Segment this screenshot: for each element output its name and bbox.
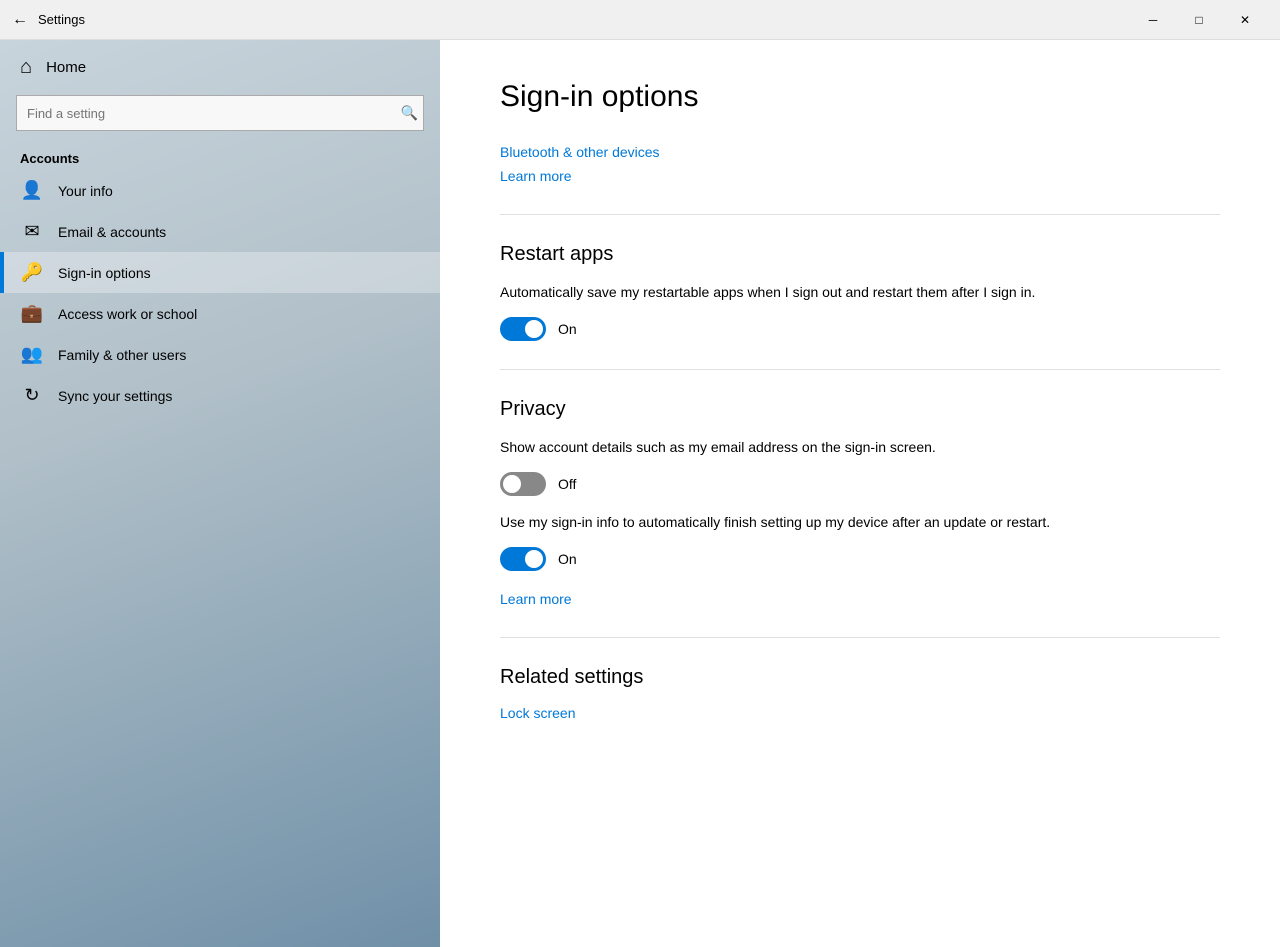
email-icon: ✉: [20, 221, 44, 242]
lock-screen-link[interactable]: Lock screen: [500, 705, 575, 721]
titlebar: ← Settings ─ □ ✕: [0, 0, 1280, 40]
privacy-toggle-2-row: On: [500, 547, 1220, 571]
sidebar-item-email-label: Email & accounts: [58, 224, 166, 240]
sidebar-item-sign-in-options[interactable]: 🔑 Sign-in options: [0, 252, 440, 293]
sidebar-item-access-work-label: Access work or school: [58, 306, 197, 322]
sidebar-item-sync-settings[interactable]: ↻ Sync your settings: [0, 375, 440, 416]
separator-3: [500, 637, 1220, 638]
window-controls: ─ □ ✕: [1130, 4, 1268, 36]
restart-apps-toggle-row: On: [500, 317, 1220, 341]
restart-apps-toggle[interactable]: [500, 317, 546, 341]
sidebar-item-family-label: Family & other users: [58, 347, 186, 363]
separator-1: [500, 214, 1220, 215]
privacy-toggle-1[interactable]: [500, 472, 546, 496]
restart-apps-desc: Automatically save my restartable apps w…: [500, 282, 1120, 303]
page-title: Sign-in options: [500, 80, 1220, 114]
search-input[interactable]: [16, 95, 424, 131]
sidebar-item-access-work[interactable]: 💼 Access work or school: [0, 293, 440, 334]
your-info-icon: 👤: [20, 180, 44, 201]
sidebar-item-your-info[interactable]: 👤 Your info: [0, 170, 440, 211]
privacy-toggle-2[interactable]: [500, 547, 546, 571]
privacy-title: Privacy: [500, 398, 1220, 421]
sidebar-item-sync-label: Sync your settings: [58, 388, 172, 404]
sidebar-item-sign-in-label: Sign-in options: [58, 265, 151, 281]
sidebar: ⌂ Home 🔍 Accounts 👤 Your info ✉ Email & …: [0, 40, 440, 947]
briefcase-icon: 💼: [20, 303, 44, 324]
main-content: Sign-in options Bluetooth & other device…: [440, 40, 1280, 947]
sign-in-icon: 🔑: [20, 262, 44, 283]
close-button[interactable]: ✕: [1222, 4, 1268, 36]
sync-icon: ↻: [20, 385, 44, 406]
sidebar-item-home[interactable]: ⌂ Home: [0, 40, 440, 95]
restart-apps-title: Restart apps: [500, 243, 1220, 266]
sidebar-item-email-accounts[interactable]: ✉ Email & accounts: [0, 211, 440, 252]
bluetooth-link[interactable]: Bluetooth & other devices: [500, 144, 660, 160]
maximize-button[interactable]: □: [1176, 4, 1222, 36]
restart-apps-toggle-label: On: [558, 321, 577, 337]
minimize-button[interactable]: ─: [1130, 4, 1176, 36]
search-box: 🔍: [16, 95, 424, 131]
privacy-desc-1: Show account details such as my email ad…: [500, 437, 1120, 458]
titlebar-title: Settings: [38, 12, 1130, 27]
sidebar-item-your-info-label: Your info: [58, 183, 113, 199]
related-settings-title: Related settings: [500, 666, 1220, 689]
privacy-toggle-1-knob: [503, 475, 521, 493]
separator-2: [500, 369, 1220, 370]
privacy-desc-2: Use my sign-in info to automatically fin…: [500, 512, 1120, 533]
back-button[interactable]: ←: [12, 11, 28, 29]
privacy-toggle-1-label: Off: [558, 476, 576, 492]
learn-more-link-1[interactable]: Learn more: [500, 168, 572, 184]
sidebar-home-label: Home: [46, 59, 86, 76]
search-icon[interactable]: 🔍: [401, 105, 418, 122]
restart-apps-toggle-knob: [525, 320, 543, 338]
accounts-section-label: Accounts: [0, 139, 440, 170]
privacy-toggle-2-knob: [525, 550, 543, 568]
learn-more-link-2[interactable]: Learn more: [500, 591, 572, 607]
app-body: ⌂ Home 🔍 Accounts 👤 Your info ✉ Email & …: [0, 40, 1280, 947]
privacy-toggle-2-label: On: [558, 551, 577, 567]
family-icon: 👥: [20, 344, 44, 365]
privacy-toggle-1-row: Off: [500, 472, 1220, 496]
sidebar-item-family-users[interactable]: 👥 Family & other users: [0, 334, 440, 375]
home-icon: ⌂: [20, 56, 32, 79]
